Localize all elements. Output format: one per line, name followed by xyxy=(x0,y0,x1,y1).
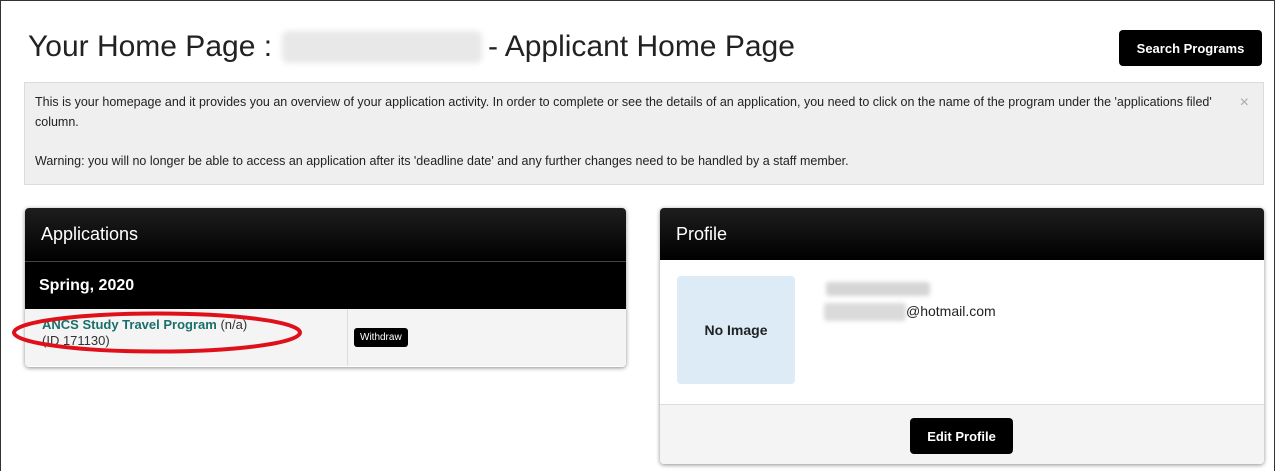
redacted-email-user xyxy=(824,303,906,321)
profile-footer: Edit Profile xyxy=(660,404,1264,464)
application-action-cell: Withdraw xyxy=(348,309,408,366)
notice-text-warning: Warning: you will no longer be able to a… xyxy=(35,154,849,168)
page-title-prefix: Your Home Page : xyxy=(28,30,273,63)
program-link[interactable]: ANCS Study Travel Program xyxy=(42,317,217,332)
profile-header: Profile xyxy=(660,208,1264,260)
page-title: Your Home Page : - Applicant Home Page xyxy=(28,30,795,64)
close-icon[interactable]: × xyxy=(1240,93,1249,113)
term-heading: Spring, 2020 xyxy=(25,261,626,309)
withdraw-button[interactable]: Withdraw xyxy=(354,328,408,347)
search-programs-button[interactable]: Search Programs xyxy=(1119,30,1262,66)
redacted-user-name xyxy=(282,31,483,63)
notice-text-overview: This is your homepage and it provides yo… xyxy=(35,95,1212,129)
profile-body: No Image xyxy=(660,260,1264,404)
applications-header: Applications xyxy=(25,208,626,261)
program-status: (n/a) xyxy=(220,317,248,332)
application-id: (ID 171130) xyxy=(42,333,110,348)
applications-panel: Applications Spring, 2020 ANCS Study Tra… xyxy=(25,208,626,367)
page-title-suffix: - Applicant Home Page xyxy=(488,30,795,63)
avatar: No Image xyxy=(677,276,795,384)
table-row: ANCS Study Travel Program (n/a) (ID 1711… xyxy=(25,309,626,366)
redacted-name xyxy=(826,282,930,296)
edit-profile-button[interactable]: Edit Profile xyxy=(910,418,1013,454)
profile-panel: Profile No Image @hotmail.com Edit Profi… xyxy=(660,208,1264,464)
email-domain: @hotmail.com xyxy=(906,303,996,319)
info-notice: This is your homepage and it provides yo… xyxy=(24,82,1264,185)
application-name-cell: ANCS Study Travel Program (n/a) (ID 1711… xyxy=(25,309,348,366)
